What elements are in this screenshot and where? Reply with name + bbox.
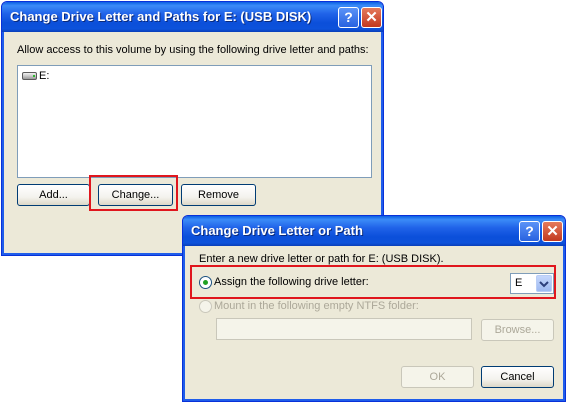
help-button[interactable]: ? (338, 7, 359, 28)
list-item-label: E: (39, 70, 50, 82)
close-icon: ✕ (546, 223, 559, 240)
change-button-highlight (89, 175, 178, 211)
dialog1-description: Allow access to this volume by using the… (17, 44, 369, 56)
close-icon: ✕ (365, 9, 378, 26)
help-icon: ? (525, 223, 534, 239)
browse-button[interactable]: Browse... (481, 319, 554, 341)
drive-icon (22, 72, 37, 80)
cancel-button[interactable]: Cancel (481, 366, 554, 388)
dialog1-title: Change Drive Letter and Paths for E: (US… (10, 9, 312, 24)
drive-paths-list[interactable]: E: (17, 65, 372, 178)
drive-led (33, 75, 35, 77)
add-button[interactable]: Add... (17, 184, 90, 206)
help-button[interactable]: ? (519, 221, 540, 242)
change-drive-letter-dialog: Change Drive Letter or Path ? ✕ Enter a … (182, 215, 566, 402)
assign-letter-highlight (190, 265, 556, 299)
help-icon: ? (344, 9, 353, 25)
list-item[interactable]: E: (22, 69, 49, 83)
close-button[interactable]: ✕ (542, 221, 563, 242)
dialog2-prompt: Enter a new drive letter or path for E: … (199, 253, 444, 265)
mount-folder-label: Mount in the following empty NTFS folder… (214, 300, 419, 312)
close-button[interactable]: ✕ (361, 7, 382, 28)
dialog2-title: Change Drive Letter or Path (191, 223, 363, 238)
remove-button[interactable]: Remove (181, 184, 256, 206)
mount-folder-radio[interactable] (199, 300, 212, 313)
ok-button[interactable]: OK (401, 366, 474, 388)
dialog2-titlebar[interactable]: Change Drive Letter or Path ? ✕ (183, 216, 565, 246)
dialog1-titlebar[interactable]: Change Drive Letter and Paths for E: (US… (2, 2, 383, 32)
folder-path-input[interactable] (216, 318, 472, 340)
